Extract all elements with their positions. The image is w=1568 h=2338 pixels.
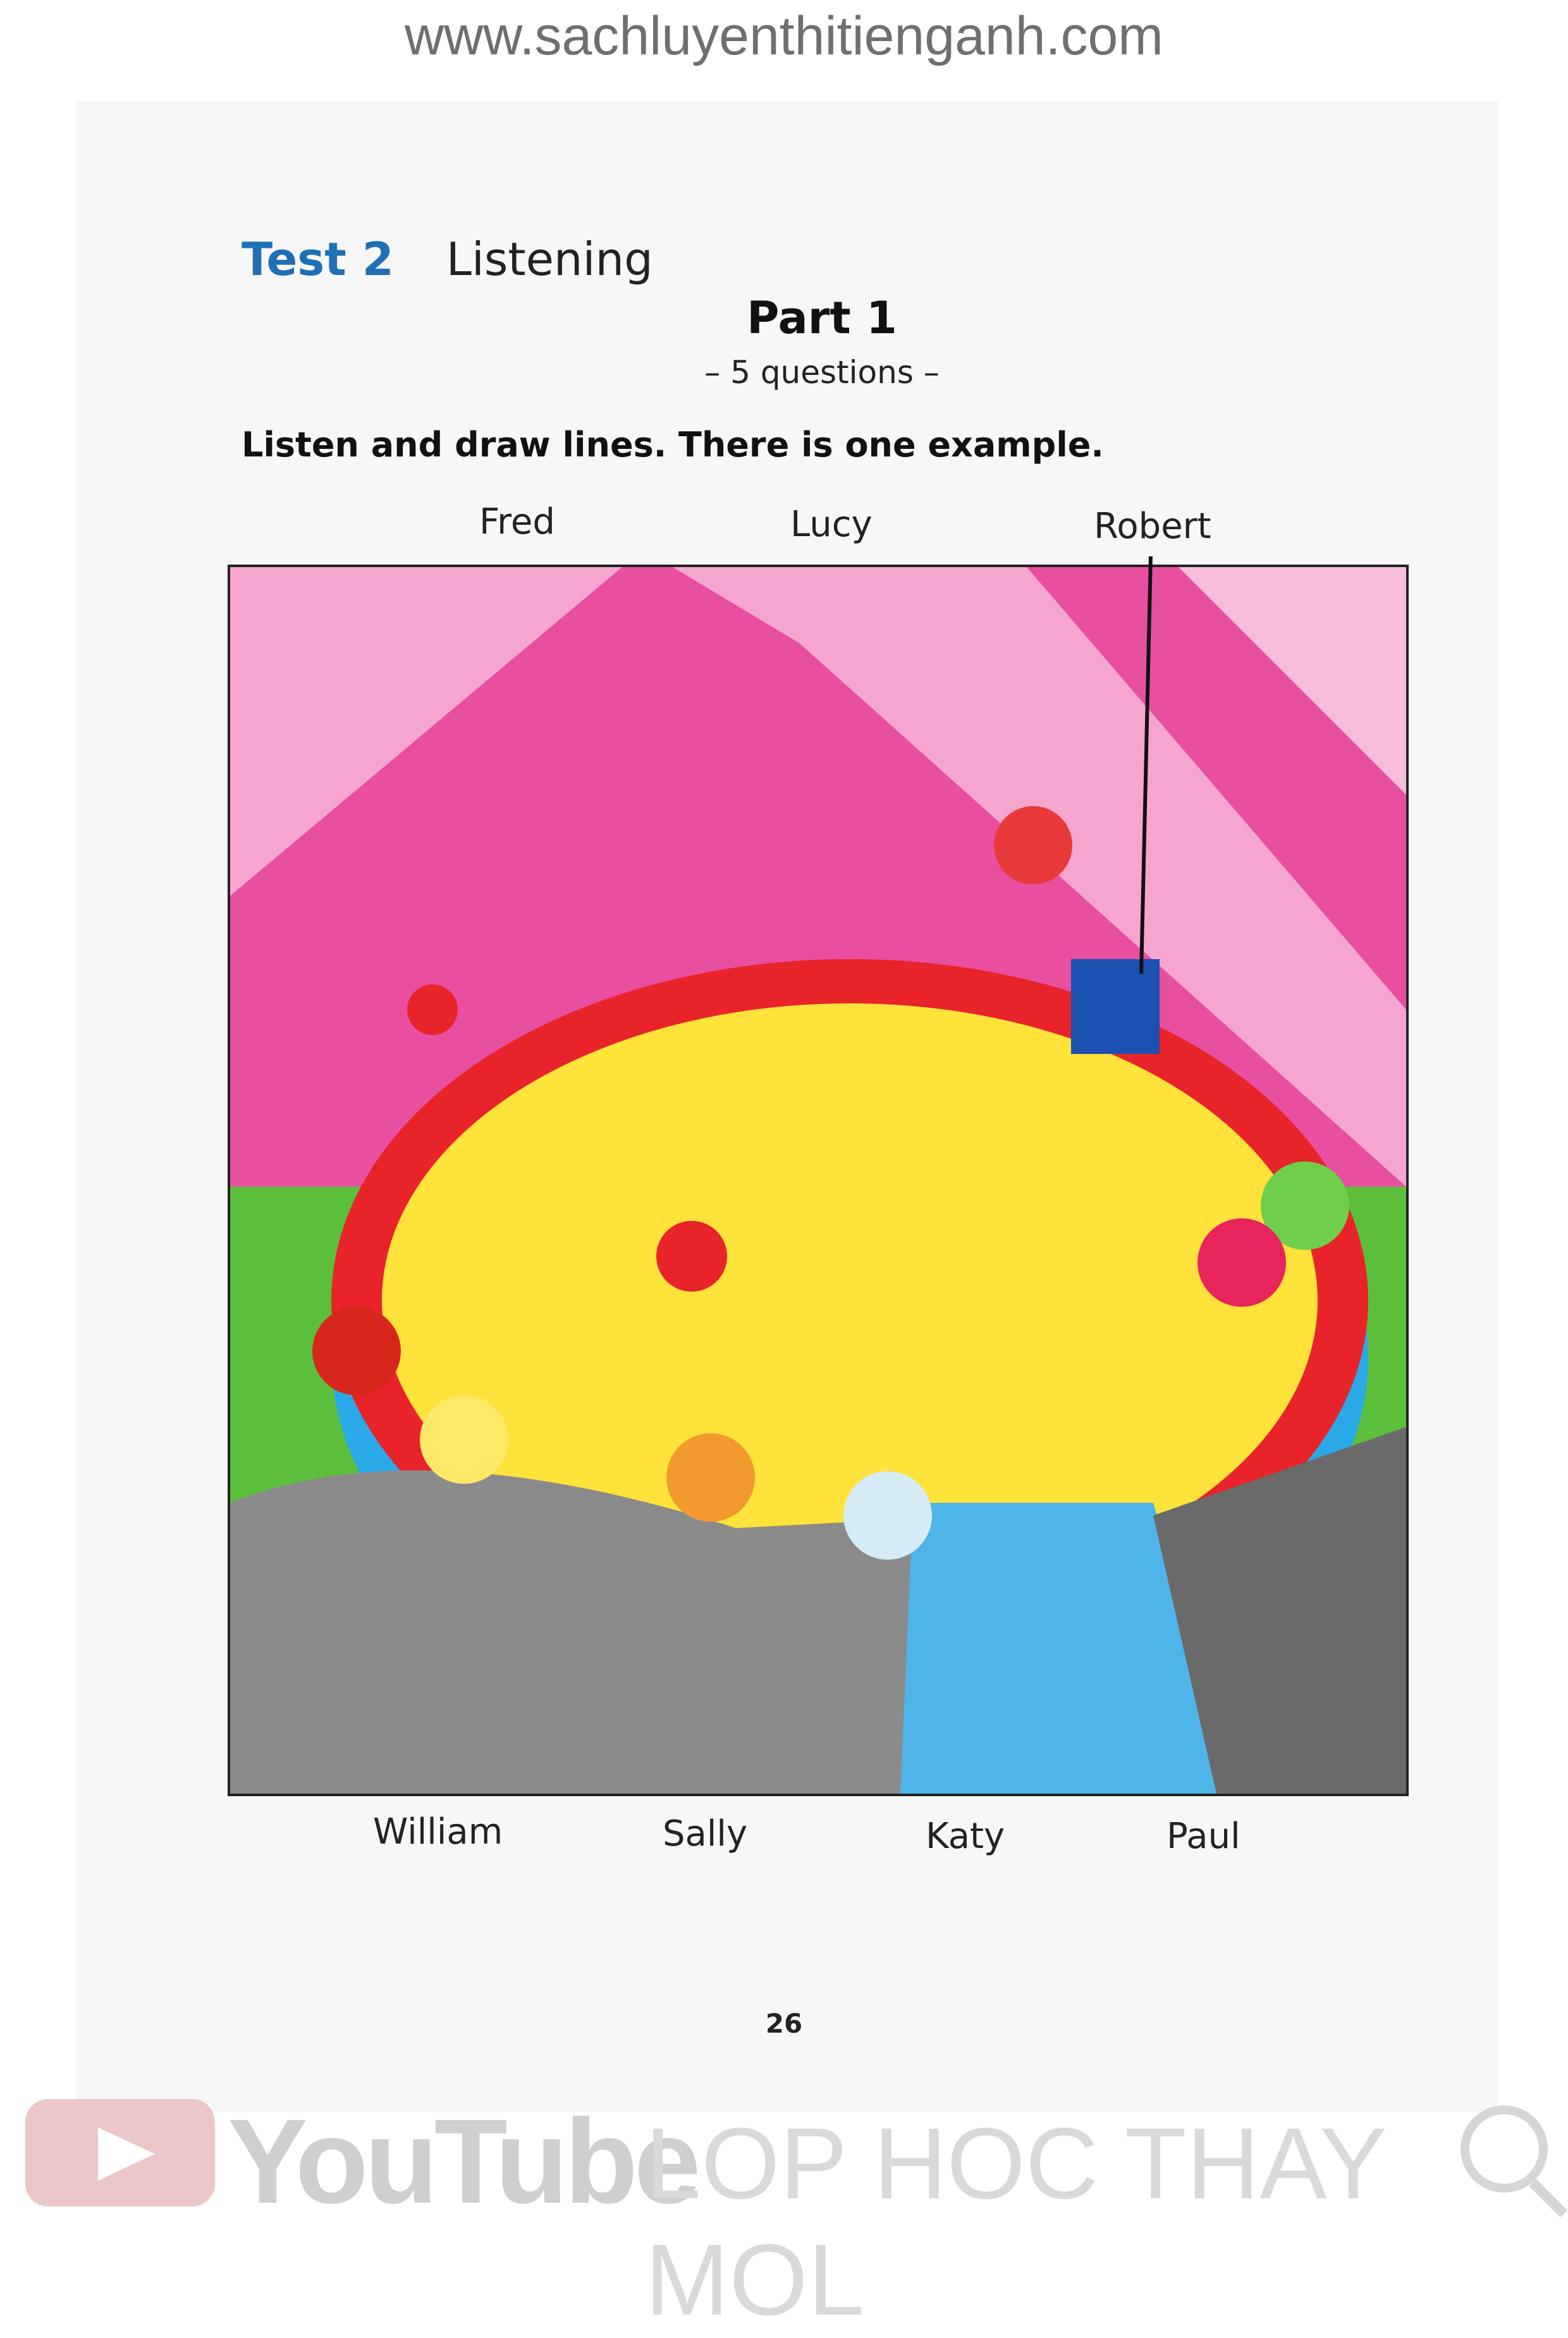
youtube-watermark-bar: YouTube LOP HOC THAY MOL [25, 2086, 1555, 2336]
name-label-sally[interactable]: Sally [663, 1813, 747, 1854]
name-label-paul[interactable]: Paul [1167, 1816, 1240, 1857]
search-icon [1461, 2105, 1548, 2193]
name-label-katy[interactable]: Katy [926, 1816, 1005, 1857]
play-icon [25, 2099, 215, 2206]
channel-name: LOP HOC THAY MOL [645, 2107, 1385, 2336]
example-answer-line [1139, 556, 1153, 974]
youtube-wordmark: YouTube [228, 2095, 701, 2229]
name-label-william[interactable]: William [373, 1811, 503, 1852]
page-number: 26 [765, 2008, 803, 2039]
